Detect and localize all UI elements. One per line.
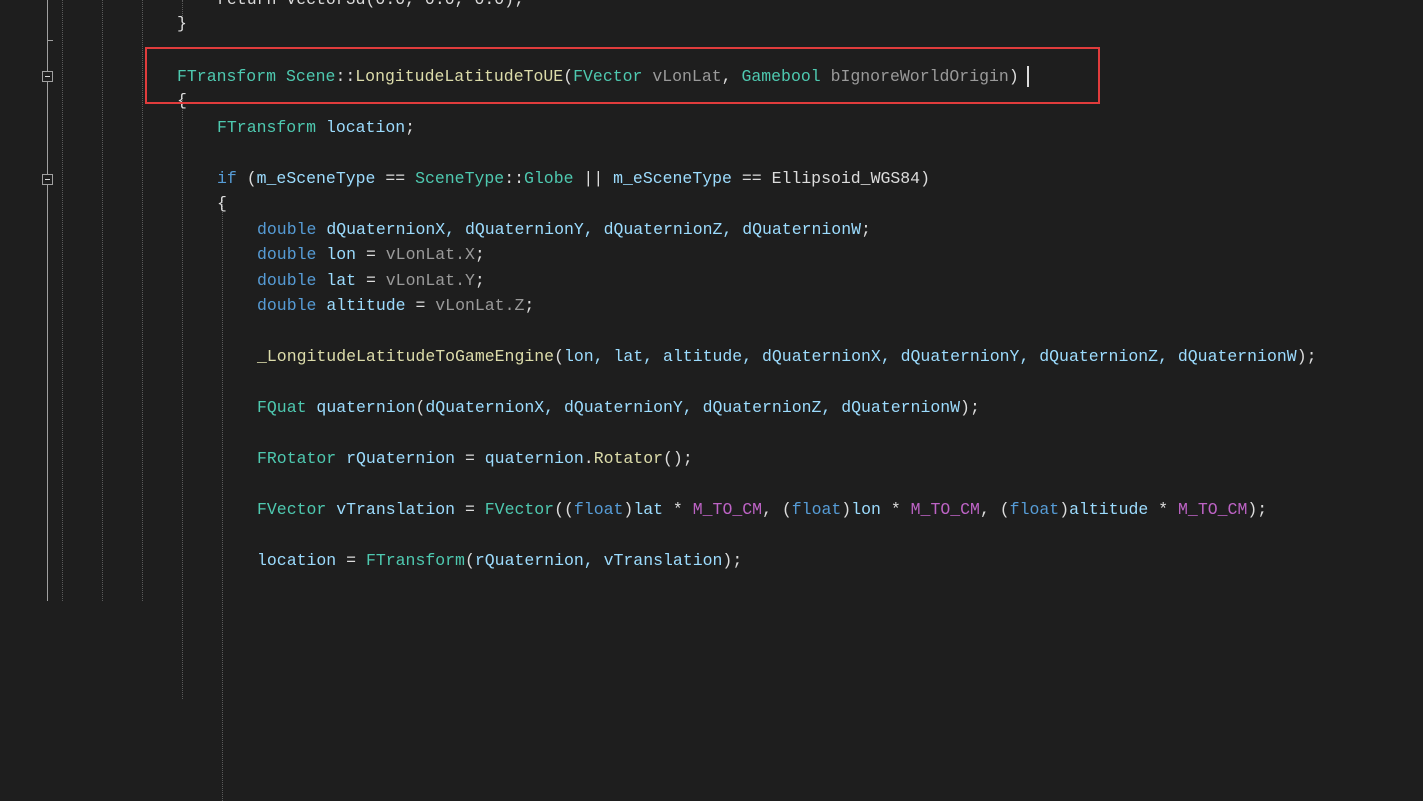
enum-value: Ellipsoid_WGS84 (771, 169, 921, 188)
opening-brace: { (217, 194, 227, 213)
function-call: _LongitudeLatitudeToGameEngine (257, 347, 555, 366)
keyword: float (573, 500, 624, 519)
code-text: return Vector3d(0.0, 0.0, 0.0); (217, 0, 524, 9)
call-arguments: dQuaternionX, dQuaternionY, dQuaternionZ… (425, 398, 961, 417)
keyword: float (791, 500, 842, 519)
type-name: FTransform (217, 118, 317, 137)
variable-name: altitude (1069, 500, 1149, 519)
enum-value: Globe (524, 169, 574, 188)
variable-name: quaternion (484, 449, 584, 468)
indent-guide (142, 0, 143, 601)
type-name: FVector (257, 500, 327, 519)
code-line[interactable]: FTransform location; (217, 115, 415, 140)
variable-name: quaternion (316, 398, 416, 417)
code-line[interactable]: FQuat quaternion(dQuaternionX, dQuaterni… (257, 395, 980, 420)
variable-name: m_eSceneType (613, 169, 732, 188)
code-line[interactable]: double dQuaternionX, dQuaternionY, dQuat… (257, 217, 871, 242)
keyword: double (257, 296, 317, 315)
macro: M_TO_CM (1178, 500, 1248, 519)
type-name: FQuat (257, 398, 307, 417)
expression: vLonLat.X (385, 245, 475, 264)
if-statement-line[interactable]: if (m_eSceneType == SceneType::Globe || … (217, 166, 930, 191)
code-line[interactable]: FRotator rQuaternion = quaternion.Rotato… (257, 446, 693, 471)
variable-name: lat (633, 500, 664, 519)
expression: vLonLat.Y (385, 271, 475, 290)
collapse-icon[interactable] (42, 174, 53, 185)
type-name: FRotator (257, 449, 337, 468)
variable-name: location (257, 551, 337, 570)
collapse-icon[interactable] (42, 71, 53, 82)
code-line[interactable]: FVector vTranslation = FVector((float)la… (257, 497, 1267, 522)
closing-brace: } (177, 14, 187, 33)
keyword: double (257, 220, 317, 239)
keyword: double (257, 271, 317, 290)
code-line[interactable]: double lon = vLonLat.X; (257, 242, 485, 267)
code-line[interactable]: double altitude = vLonLat.Z; (257, 293, 534, 318)
variable-name: location (325, 118, 406, 137)
code-line[interactable]: location = FTransform(rQuaternion, vTran… (257, 548, 742, 573)
variable-name: dQuaternionX, dQuaternionY, dQuaternionZ… (326, 220, 862, 239)
expression: vLonLat.Z (435, 296, 525, 315)
fold-end-marker (47, 40, 53, 41)
type-name: SceneType (415, 169, 505, 188)
call-arguments: rQuaternion, vTranslation (474, 551, 723, 570)
method-name: Rotator (593, 449, 664, 468)
variable-name: altitude (326, 296, 406, 315)
keyword: double (257, 245, 317, 264)
indent-guide (102, 0, 103, 601)
call-arguments: lon, lat, altitude, dQuaternionX, dQuate… (563, 347, 1297, 366)
code-line[interactable]: } (177, 11, 187, 36)
code-line[interactable]: return Vector3d(0.0, 0.0, 0.0); (217, 0, 524, 12)
variable-name: vTranslation (336, 500, 456, 519)
code-editor[interactable]: return Vector3d(0.0, 0.0, 0.0); } FTrans… (0, 0, 1423, 801)
gutter-separator (47, 0, 48, 601)
variable-name: lat (326, 271, 357, 290)
variable-name: rQuaternion (346, 449, 456, 468)
annotation-highlight-box (145, 47, 1100, 104)
variable-name: m_eSceneType (256, 169, 376, 188)
keyword: if (217, 169, 237, 188)
indent-guide (62, 0, 63, 601)
macro: M_TO_CM (910, 500, 980, 519)
indent-guide (182, 98, 183, 699)
variable-name: lon (326, 245, 357, 264)
code-line[interactable]: double lat = vLonLat.Y; (257, 268, 485, 293)
keyword: float (1009, 500, 1060, 519)
code-line[interactable]: _LongitudeLatitudeToGameEngine(lon, lat,… (257, 344, 1317, 369)
macro: M_TO_CM (692, 500, 763, 519)
variable-name: lon (851, 500, 881, 519)
constructor: FVector (484, 500, 555, 519)
code-line[interactable]: { (217, 191, 227, 216)
indent-guide (222, 200, 223, 801)
constructor: FTransform (365, 551, 465, 570)
